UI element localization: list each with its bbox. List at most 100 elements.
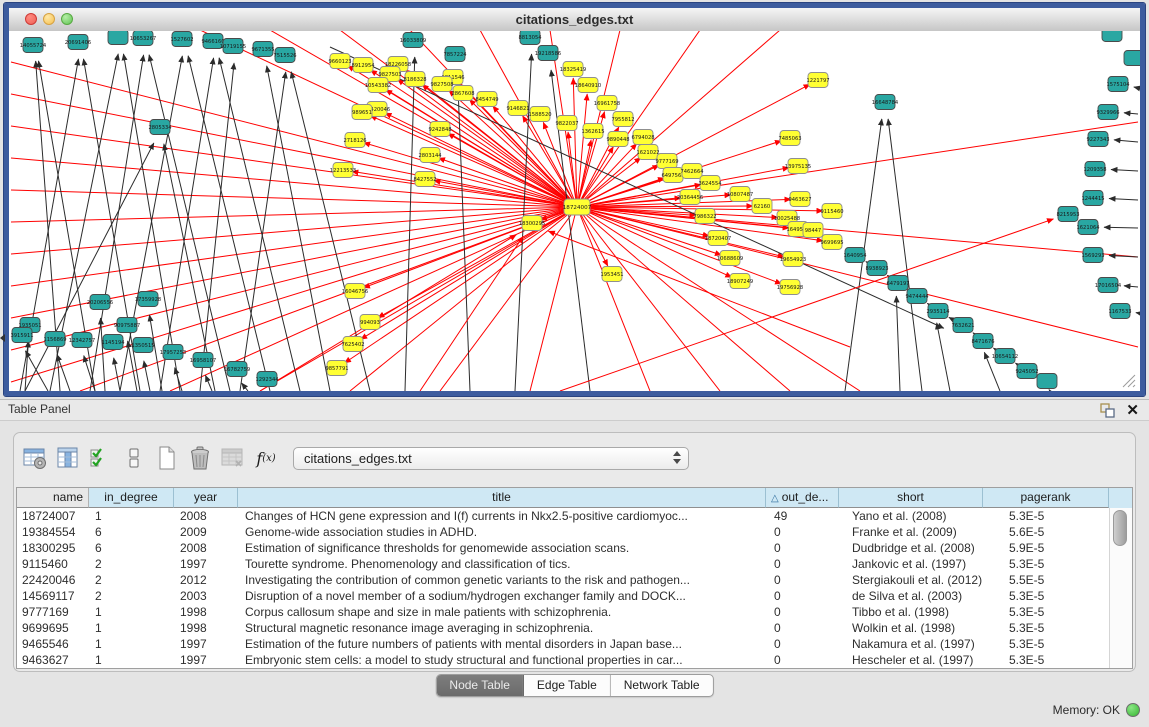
column-header-title[interactable]: title xyxy=(238,488,766,508)
graph-edge[interactable] xyxy=(1109,198,1138,200)
graph-edge[interactable] xyxy=(1111,169,1138,171)
graph-node-label: 8427552 xyxy=(413,177,436,183)
close-window-button[interactable] xyxy=(25,13,37,25)
memory-ok-icon[interactable] xyxy=(1126,703,1140,717)
graph-edge[interactable] xyxy=(577,207,790,391)
graph-edge[interactable] xyxy=(188,56,270,391)
graph-edge[interactable] xyxy=(577,195,731,207)
table-row[interactable]: 946362711997Embryonic stem cells: a mode… xyxy=(17,652,1110,668)
graph-edge[interactable] xyxy=(448,133,577,207)
delete-table-button[interactable] xyxy=(220,445,246,471)
unselect-rows-button[interactable] xyxy=(121,445,147,471)
graph-edge[interactable] xyxy=(25,341,28,391)
graph-edge[interactable] xyxy=(205,375,212,391)
graph-edge[interactable] xyxy=(405,57,415,391)
graph-edge[interactable] xyxy=(363,207,577,288)
table-scrollbar[interactable] xyxy=(1109,508,1132,668)
graph-edge[interactable] xyxy=(11,207,577,350)
graph-edge[interactable] xyxy=(114,358,120,391)
graph-node-label: 1640954 xyxy=(843,253,867,259)
table-row[interactable]: 2242004622012Investigating the contribut… xyxy=(17,572,1110,588)
column-header-short[interactable]: short xyxy=(839,488,983,508)
create-column-button[interactable] xyxy=(154,445,180,471)
cell: Estimation of significance thresholds fo… xyxy=(238,540,766,556)
graph-edge[interactable] xyxy=(530,207,577,391)
float-panel-icon[interactable] xyxy=(1100,403,1115,418)
graph-edge[interactable] xyxy=(1114,140,1138,142)
graph-node-label: 19654923 xyxy=(780,257,806,263)
graph-node[interactable] xyxy=(1102,31,1122,42)
graph-edge[interactable] xyxy=(937,323,950,391)
close-panel-icon[interactable]: ✕ xyxy=(1126,400,1139,421)
column-header-indegree[interactable]: in_degree xyxy=(89,488,174,508)
column-header-year[interactable]: year xyxy=(174,488,238,508)
graph-edge[interactable] xyxy=(1124,286,1138,287)
graph-edge[interactable] xyxy=(330,47,944,328)
minimize-window-button[interactable] xyxy=(43,13,55,25)
graph-edge[interactable] xyxy=(1134,87,1138,88)
cell: 9465546 xyxy=(17,636,89,652)
graph-edge[interactable] xyxy=(242,383,248,391)
table-row[interactable]: 1830029562008Estimation of significance … xyxy=(17,540,1110,556)
graph-node-label: 16648784 xyxy=(872,100,899,106)
cell: 5.9E-5 xyxy=(983,540,1109,556)
column-header-name[interactable]: name xyxy=(17,488,89,508)
graph-edge[interactable] xyxy=(361,207,577,339)
graph-edge[interactable] xyxy=(457,71,470,391)
graph-node-label: 18640910 xyxy=(575,83,601,89)
column-header-pagerank[interactable]: pagerank xyxy=(983,488,1109,508)
graph-node[interactable] xyxy=(108,31,128,45)
cell: 1997 xyxy=(174,556,238,572)
graph-edge[interactable] xyxy=(344,207,577,363)
cell: 0 xyxy=(766,588,839,604)
collapse-west-arrow[interactable] xyxy=(0,334,5,342)
graph-edge[interactable] xyxy=(1104,227,1138,228)
graph-edge[interactable] xyxy=(1049,389,1050,391)
graph-node[interactable] xyxy=(1124,51,1140,66)
graph-edge[interactable] xyxy=(260,235,516,391)
cell: 0 xyxy=(766,524,839,540)
nodes-layer: 9660123891295418226058982750318115468186… xyxy=(10,31,1140,389)
table-row[interactable]: 977716911998Corpus callosum shape and si… xyxy=(17,604,1110,620)
table-row[interactable]: 1872400712008Changes of HCN gene express… xyxy=(17,508,1110,524)
cell: 1 xyxy=(89,604,174,620)
function-builder-button[interactable]: f(x) xyxy=(253,445,279,471)
zoom-window-button[interactable] xyxy=(61,13,73,25)
graph-edge[interactable] xyxy=(560,219,1054,391)
cell: Yano et al. (2008) xyxy=(839,508,983,524)
graph-edge[interactable] xyxy=(577,207,1138,347)
table-row[interactable]: 946554611997Estimation of the future num… xyxy=(17,636,1110,652)
graph-edge[interactable] xyxy=(219,58,300,391)
select-rows-button[interactable] xyxy=(88,445,114,471)
table-selector-dropdown[interactable]: citations_edges.txt xyxy=(293,447,689,470)
table-row[interactable]: 969969511998Structural magnetic resonanc… xyxy=(17,620,1110,636)
tab-node-table[interactable]: Node Table xyxy=(436,675,524,696)
table-row[interactable]: 911546021997Tourette syndrome. Phenomeno… xyxy=(17,556,1110,572)
window-titlebar[interactable]: citations_edges.txt xyxy=(9,8,1140,32)
graph-node-label: 9671355 xyxy=(251,47,274,53)
table-row[interactable]: 1938455462009Genome-wide association stu… xyxy=(17,524,1110,540)
network-canvas[interactable]: 9660123891295418226058982750318115468186… xyxy=(9,31,1140,391)
resize-grip[interactable] xyxy=(1123,375,1135,387)
table-tabs: Node TableEdge TableNetwork Table xyxy=(435,674,713,697)
graph-node[interactable] xyxy=(1037,374,1057,389)
table-body: 1872400712008Changes of HCN gene express… xyxy=(17,508,1110,668)
table-options-button[interactable] xyxy=(22,445,48,471)
delete-column-button[interactable] xyxy=(187,445,213,471)
graph-edge[interactable] xyxy=(888,119,922,391)
column-header-outde[interactable]: △out_de... xyxy=(766,488,839,508)
graph-edge[interactable] xyxy=(896,296,900,391)
graph-edge[interactable] xyxy=(1124,113,1138,114)
graph-edge[interactable] xyxy=(260,207,577,391)
show-columns-button[interactable] xyxy=(55,445,81,471)
tab-edge-table[interactable]: Edge Table xyxy=(524,675,611,696)
graph-edge[interactable] xyxy=(577,207,720,391)
graph-edge[interactable] xyxy=(25,351,48,391)
table-panel-header: Table Panel ✕ xyxy=(0,399,1149,421)
graph-node-label: 10807487 xyxy=(727,192,753,198)
graph-edge[interactable] xyxy=(548,231,850,347)
table-row[interactable]: 1456911722003Disruption of a novel membe… xyxy=(17,588,1110,604)
graph-node-label: 1156869 xyxy=(43,337,66,343)
scrollbar-thumb[interactable] xyxy=(1113,510,1127,546)
tab-network-table[interactable]: Network Table xyxy=(611,675,713,696)
